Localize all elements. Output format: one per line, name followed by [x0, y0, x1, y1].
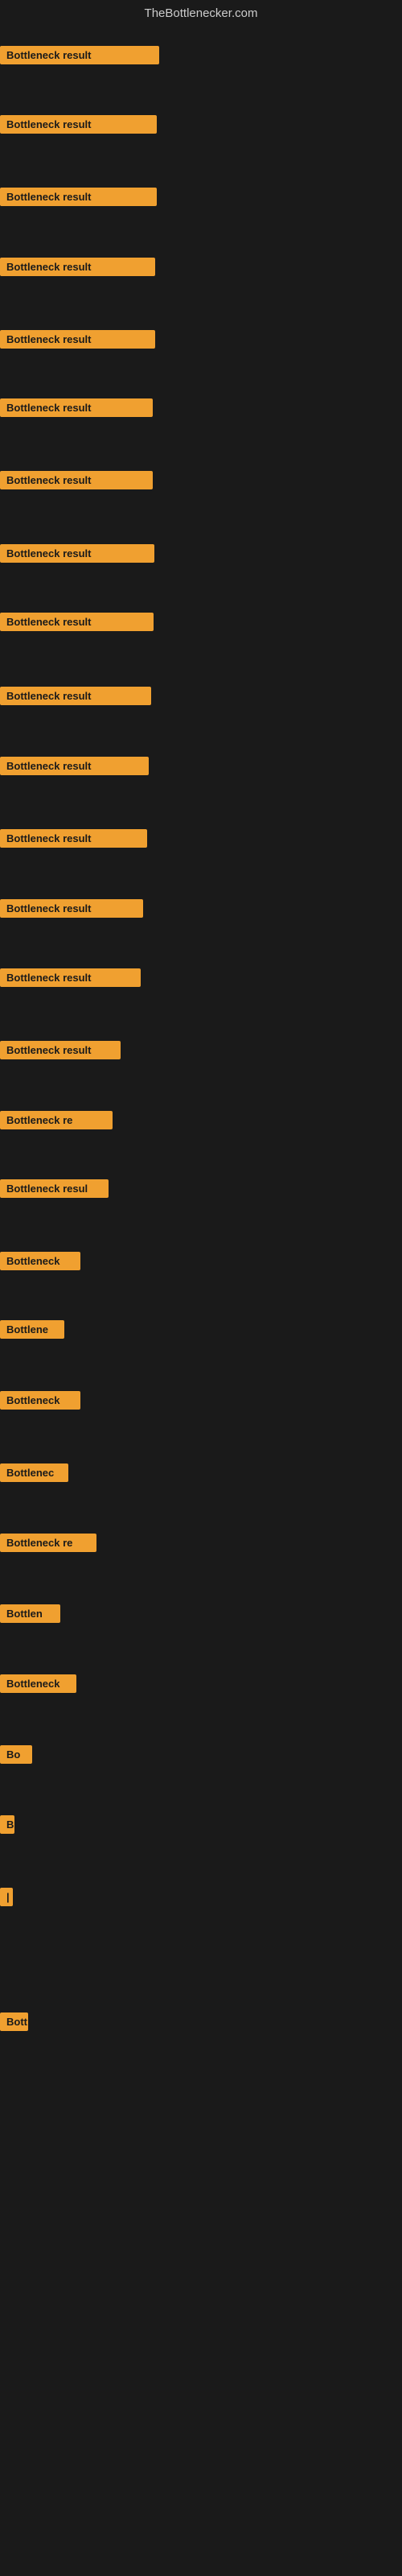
bottleneck-badge-6: Bottleneck result: [0, 471, 153, 489]
bottleneck-badge-20: Bottlenec: [0, 1463, 68, 1482]
bottleneck-badge-1: Bottleneck result: [0, 115, 157, 134]
bottleneck-badge-15: Bottleneck re: [0, 1111, 113, 1129]
bottleneck-badge-18: Bottlene: [0, 1320, 64, 1339]
bottleneck-badge-25: B: [0, 1815, 14, 1834]
bottleneck-badge-0: Bottleneck result: [0, 46, 159, 64]
bottleneck-badge-9: Bottleneck result: [0, 687, 151, 705]
bottleneck-badge-11: Bottleneck result: [0, 829, 147, 848]
bottleneck-badge-4: Bottleneck result: [0, 330, 155, 349]
bottleneck-badge-21: Bottleneck re: [0, 1534, 96, 1552]
bottleneck-badge-26: |: [0, 1888, 13, 1906]
bottleneck-badge-3: Bottleneck result: [0, 258, 155, 276]
bottleneck-badge-23: Bottleneck: [0, 1674, 76, 1693]
bottleneck-badge-22: Bottlen: [0, 1604, 60, 1623]
bottleneck-badge-8: Bottleneck result: [0, 613, 154, 631]
site-title: TheBottlenecker.com: [145, 6, 258, 20]
bottleneck-badge-7: Bottleneck result: [0, 544, 154, 563]
bottleneck-badge-2: Bottleneck result: [0, 188, 157, 206]
bottleneck-badge-13: Bottleneck result: [0, 968, 141, 987]
bottleneck-badge-27: Bott: [0, 2013, 28, 2031]
bottleneck-badge-24: Bo: [0, 1745, 32, 1764]
bottleneck-badge-17: Bottleneck: [0, 1252, 80, 1270]
bottleneck-badge-5: Bottleneck result: [0, 398, 153, 417]
bottleneck-badge-14: Bottleneck result: [0, 1041, 121, 1059]
bottleneck-badge-16: Bottleneck resul: [0, 1179, 109, 1198]
bottleneck-badge-19: Bottleneck: [0, 1391, 80, 1410]
bottleneck-badge-10: Bottleneck result: [0, 757, 149, 775]
bottleneck-badge-12: Bottleneck result: [0, 899, 143, 918]
